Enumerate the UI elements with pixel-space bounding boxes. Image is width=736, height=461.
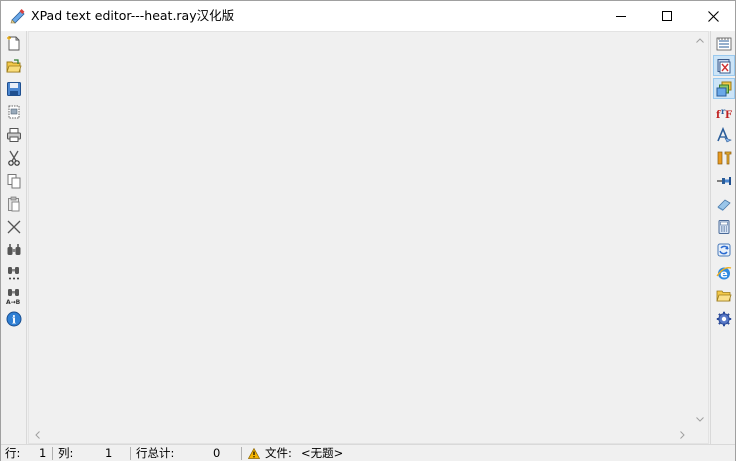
print-icon — [7, 128, 21, 142]
find-next-icon — [8, 267, 19, 280]
paste-button[interactable] — [5, 195, 23, 213]
always-on-top-button[interactable] — [713, 55, 735, 76]
tools-button[interactable] — [713, 147, 735, 168]
new-file-icon — [7, 36, 20, 51]
find-next-button[interactable] — [5, 264, 23, 282]
find-icon — [7, 244, 21, 255]
text-style-button[interactable] — [713, 124, 735, 145]
pin-button[interactable] — [713, 170, 735, 191]
delete-icon — [7, 220, 21, 234]
status-divider — [241, 447, 242, 460]
column-label: 列: — [58, 446, 74, 460]
about-button[interactable]: i — [5, 310, 23, 328]
always-on-top-icon — [717, 58, 731, 73]
app-window: XPad text editor---heat.ray汉化版 A→B i f r… — [0, 0, 736, 461]
print-button[interactable] — [5, 126, 23, 144]
status-bar: 行: 1 列: 1 行总计: 0 文件: <无题> — [1, 444, 735, 461]
font-button[interactable]: f r F — [713, 101, 735, 122]
open-folder-button[interactable] — [713, 285, 735, 306]
eraser-button[interactable] — [713, 193, 735, 214]
new-file-button[interactable] — [5, 34, 23, 52]
minimize-icon — [616, 16, 626, 17]
status-divider — [130, 447, 131, 460]
total-lines-label: 行总计: — [136, 446, 175, 460]
chevron-up-icon — [695, 38, 704, 43]
settings-button[interactable] — [713, 308, 735, 329]
maximize-button[interactable] — [644, 1, 690, 31]
copy-button[interactable] — [5, 172, 23, 190]
right-toolbar: f r F e — [710, 31, 735, 444]
internet-explorer-icon: e — [716, 266, 732, 280]
eraser-icon — [717, 198, 731, 211]
open-file-icon — [6, 59, 22, 73]
file-name-value: <无题> — [301, 446, 344, 460]
scrollbar-corner — [691, 426, 708, 443]
chevron-right-icon — [680, 430, 685, 439]
copy-icon — [7, 174, 21, 189]
about-info-icon: i — [6, 311, 22, 327]
chevron-down-icon — [695, 417, 704, 422]
text-style-icon — [717, 126, 732, 142]
replace-icon: A→B — [6, 289, 21, 304]
close-button[interactable] — [690, 1, 736, 31]
total-lines-value: 0 — [213, 446, 221, 460]
svg-text:A→B: A→B — [6, 299, 21, 304]
window-title: XPad text editor---heat.ray汉化版 — [31, 8, 235, 23]
chevron-left-icon — [35, 430, 40, 439]
cascade-windows-icon — [716, 81, 732, 96]
text-editor-area[interactable] — [28, 31, 709, 444]
warning-icon — [247, 447, 261, 461]
editor-content[interactable] — [31, 34, 689, 424]
tools-icon — [717, 151, 732, 164]
maximize-icon — [662, 11, 672, 21]
column-value: 1 — [105, 446, 113, 460]
calculator-button[interactable] — [713, 216, 735, 237]
toolbar-options-button[interactable] — [713, 33, 735, 54]
minimize-button[interactable] — [598, 1, 644, 31]
open-folder-icon — [716, 290, 732, 301]
print-preview-button[interactable] — [5, 103, 23, 121]
open-file-button[interactable] — [5, 57, 23, 75]
svg-text:F: F — [725, 110, 732, 120]
replace-button[interactable]: A→B — [5, 287, 23, 305]
internet-explorer-button[interactable]: e — [713, 262, 735, 283]
find-button[interactable] — [5, 241, 23, 259]
pin-icon — [717, 176, 731, 185]
delete-button[interactable] — [5, 218, 23, 236]
toolbar-options-icon — [716, 37, 732, 50]
calculator-icon — [718, 219, 730, 234]
line-label: 行: — [5, 446, 21, 460]
refresh-button[interactable] — [713, 239, 735, 260]
title-bar[interactable]: XPad text editor---heat.ray汉化版 — [1, 1, 735, 31]
svg-text:i: i — [12, 314, 16, 327]
line-value: 1 — [39, 446, 47, 460]
print-preview-icon — [8, 105, 20, 119]
scroll-right-button[interactable] — [674, 426, 691, 443]
close-icon — [707, 10, 719, 22]
left-toolbar: A→B i — [1, 31, 27, 444]
cut-icon — [8, 150, 20, 166]
refresh-icon — [717, 243, 731, 256]
vertical-scrollbar[interactable] — [691, 32, 708, 428]
settings-gear-icon — [716, 311, 732, 326]
scroll-up-button[interactable] — [691, 32, 708, 49]
horizontal-scrollbar[interactable] — [29, 426, 691, 443]
font-icon: f r F — [716, 106, 732, 120]
cascade-windows-button[interactable] — [713, 78, 735, 99]
paste-icon — [8, 196, 20, 212]
cut-button[interactable] — [5, 149, 23, 167]
status-divider — [52, 447, 53, 460]
scroll-left-button[interactable] — [29, 426, 46, 443]
file-label: 文件: — [265, 446, 292, 460]
save-button[interactable] — [5, 80, 23, 98]
save-icon — [7, 82, 21, 96]
xpad-app-icon[interactable] — [10, 8, 26, 24]
